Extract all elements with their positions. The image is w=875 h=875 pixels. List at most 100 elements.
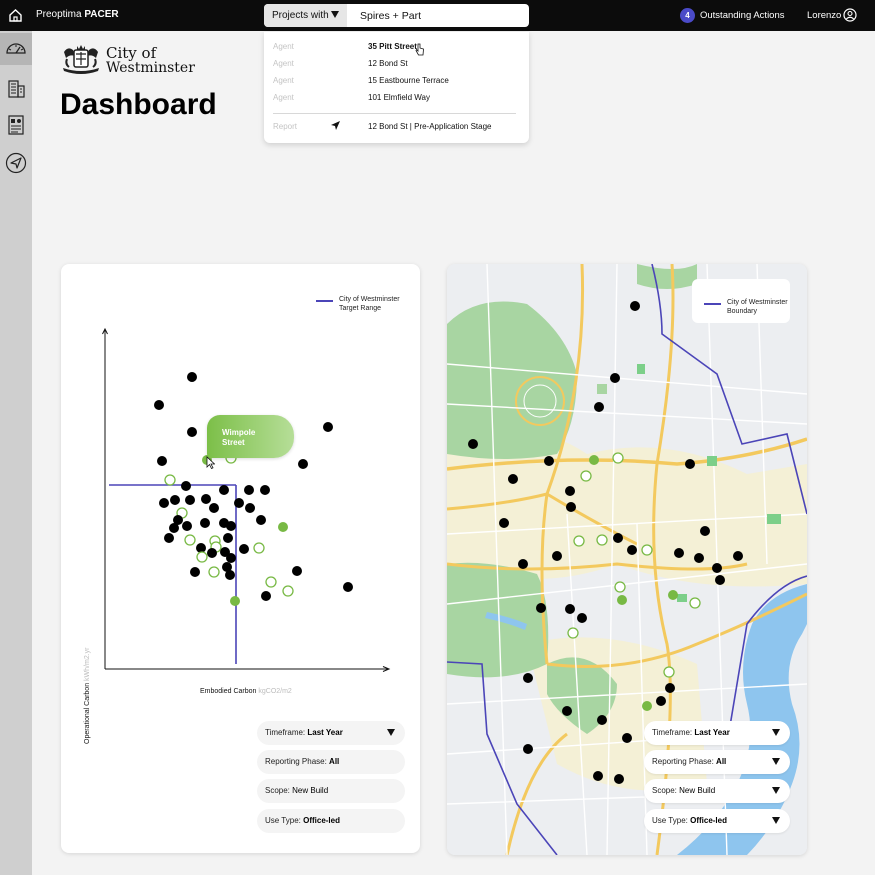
search-scope-select[interactable]: Projects with — [264, 4, 347, 27]
proposed-project-point[interactable] — [573, 535, 585, 547]
project-point[interactable] — [544, 456, 554, 466]
proposed-project-point[interactable] — [641, 544, 653, 556]
proposed-project-point[interactable] — [265, 576, 277, 588]
project-point[interactable] — [323, 422, 333, 432]
highlighted-project-point[interactable] — [230, 596, 240, 606]
proposed-project-point[interactable] — [596, 534, 608, 546]
project-point[interactable] — [656, 696, 666, 706]
project-point[interactable] — [610, 373, 620, 383]
actions-count-badge[interactable]: 4 — [680, 8, 695, 23]
project-point[interactable] — [518, 559, 528, 569]
project-point[interactable] — [207, 548, 217, 558]
project-point[interactable] — [577, 613, 587, 623]
project-point[interactable] — [157, 456, 167, 466]
search-input[interactable] — [360, 4, 525, 27]
map-reporting-phase-filter[interactable]: Reporting Phase: All — [644, 750, 790, 774]
proposed-project-point[interactable] — [282, 585, 294, 597]
project-point[interactable] — [627, 545, 637, 555]
home-icon[interactable] — [7, 7, 24, 24]
project-point[interactable] — [219, 485, 229, 495]
map-scope-filter[interactable]: Scope: New Build — [644, 779, 790, 803]
highlighted-project-point[interactable] — [589, 455, 599, 465]
project-point[interactable] — [187, 427, 197, 437]
user-avatar-icon[interactable] — [843, 8, 857, 22]
proposed-project-point[interactable] — [164, 474, 176, 486]
sidebar-item-projects[interactable] — [0, 72, 32, 104]
project-point[interactable] — [200, 518, 210, 528]
project-point[interactable] — [499, 518, 509, 528]
project-point[interactable] — [226, 553, 236, 563]
project-point[interactable] — [185, 495, 195, 505]
sidebar-item-submissions[interactable] — [0, 147, 32, 179]
project-point[interactable] — [712, 563, 722, 573]
project-point[interactable] — [597, 715, 607, 725]
project-point[interactable] — [700, 526, 710, 536]
project-point[interactable] — [154, 400, 164, 410]
project-point[interactable] — [552, 551, 562, 561]
proposed-project-point[interactable] — [689, 597, 701, 609]
result-item[interactable]: Agent 15 Eastbourne Terrace — [264, 74, 529, 90]
project-point[interactable] — [292, 566, 302, 576]
project-point[interactable] — [223, 533, 233, 543]
proposed-project-point[interactable] — [663, 666, 675, 678]
proposed-project-point[interactable] — [208, 566, 220, 578]
project-point[interactable] — [182, 521, 192, 531]
project-point[interactable] — [694, 553, 704, 563]
highlighted-project-point[interactable] — [642, 701, 652, 711]
use-type-filter[interactable]: Use Type: Office-led — [257, 809, 405, 833]
project-point[interactable] — [234, 498, 244, 508]
project-point[interactable] — [190, 567, 200, 577]
timeframe-filter[interactable]: Timeframe: Last Year — [257, 721, 405, 745]
project-point[interactable] — [261, 591, 271, 601]
project-point[interactable] — [225, 570, 235, 580]
proposed-project-point[interactable] — [580, 470, 592, 482]
sidebar-item-dashboard[interactable] — [0, 33, 32, 65]
project-point[interactable] — [614, 774, 624, 784]
project-point[interactable] — [201, 494, 211, 504]
proposed-project-point[interactable] — [612, 452, 624, 464]
map-use-type-filter[interactable]: Use Type: Office-led — [644, 809, 790, 833]
project-point[interactable] — [593, 771, 603, 781]
result-item[interactable]: Agent 12 Bond St — [264, 57, 529, 73]
result-item[interactable]: Agent 35 Pitt Street — [264, 40, 529, 56]
project-point[interactable] — [523, 744, 533, 754]
proposed-project-point[interactable] — [196, 551, 208, 563]
project-point[interactable] — [733, 551, 743, 561]
map-timeframe-filter[interactable]: Timeframe: Last Year — [644, 721, 790, 745]
project-point[interactable] — [613, 533, 623, 543]
proposed-project-point[interactable] — [184, 534, 196, 546]
project-point[interactable] — [209, 503, 219, 513]
project-point[interactable] — [566, 502, 576, 512]
project-point[interactable] — [170, 495, 180, 505]
scope-filter[interactable]: Scope: New Build — [257, 779, 405, 803]
project-point[interactable] — [164, 533, 174, 543]
project-point[interactable] — [508, 474, 518, 484]
project-point[interactable] — [523, 673, 533, 683]
project-point[interactable] — [622, 733, 632, 743]
highlighted-project-point[interactable] — [668, 590, 678, 600]
highlighted-project-point[interactable] — [617, 595, 627, 605]
sidebar-item-reports[interactable] — [0, 109, 32, 141]
result-item[interactable]: Agent 101 Elmfield Way — [264, 91, 529, 107]
project-point[interactable] — [260, 485, 270, 495]
project-point[interactable] — [665, 683, 675, 693]
outstanding-actions-link[interactable]: Outstanding Actions — [700, 10, 785, 21]
project-point[interactable] — [562, 706, 572, 716]
report-result-item[interactable]: Report 12 Bond St | Pre-Application Stag… — [264, 120, 529, 136]
highlighted-project-point[interactable] — [278, 522, 288, 532]
project-point[interactable] — [159, 498, 169, 508]
project-point[interactable] — [244, 485, 254, 495]
project-point[interactable] — [239, 544, 249, 554]
project-point[interactable] — [256, 515, 266, 525]
project-point[interactable] — [468, 439, 478, 449]
project-point[interactable] — [674, 548, 684, 558]
proposed-project-point[interactable] — [253, 542, 265, 554]
proposed-project-point[interactable] — [567, 627, 579, 639]
project-point[interactable] — [187, 372, 197, 382]
project-point[interactable] — [343, 582, 353, 592]
project-point[interactable] — [245, 503, 255, 513]
project-point[interactable] — [226, 521, 236, 531]
project-point[interactable] — [565, 486, 575, 496]
user-name[interactable]: Lorenzo — [807, 10, 841, 21]
project-point[interactable] — [181, 481, 191, 491]
